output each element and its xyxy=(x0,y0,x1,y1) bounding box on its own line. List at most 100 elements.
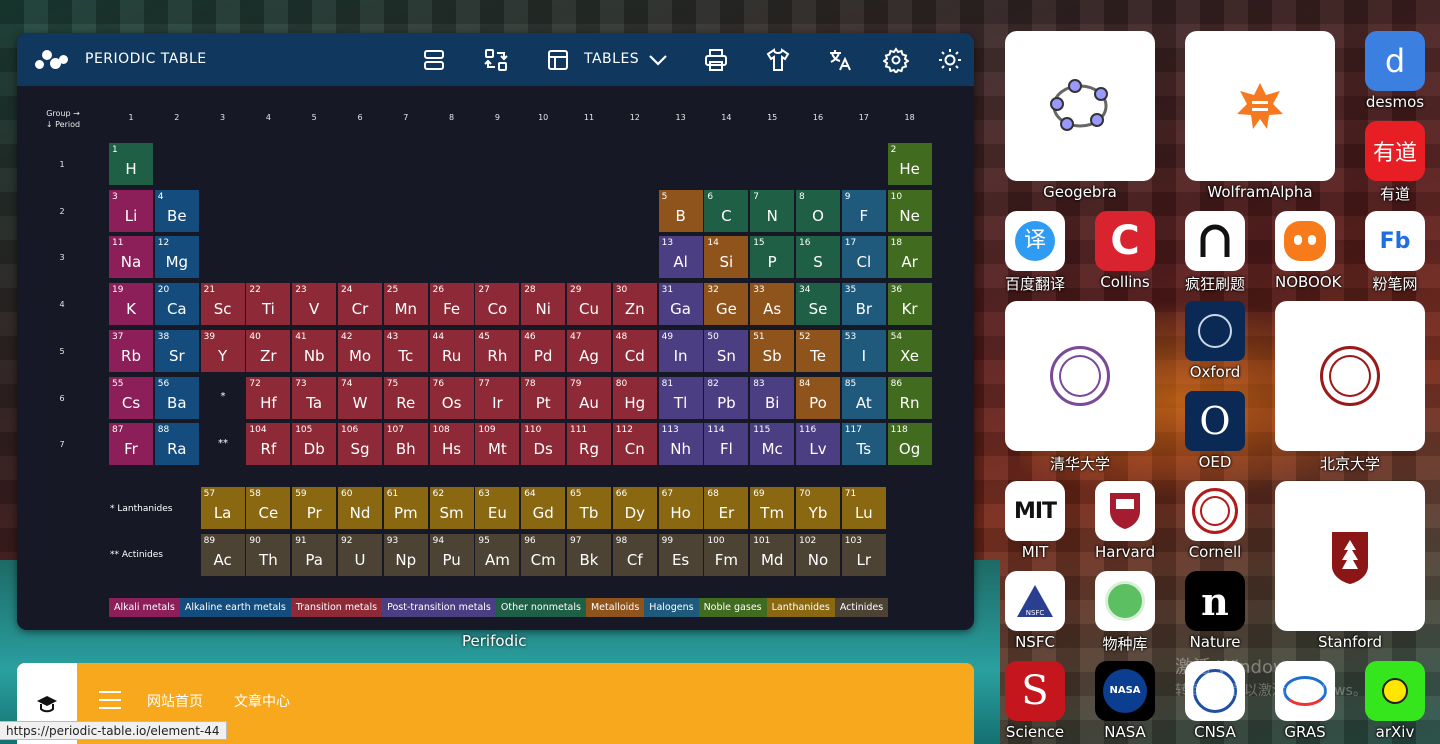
app-baidu-translate[interactable]: 译 百度翻译 xyxy=(1005,211,1065,294)
element-tile[interactable]: 45 Rh xyxy=(475,329,520,372)
element-tile[interactable]: 39 Y xyxy=(200,329,245,372)
element-tile[interactable]: 95 Am xyxy=(475,534,520,576)
element-tile[interactable]: 103 Lr xyxy=(841,534,886,576)
element-tile[interactable]: 6C xyxy=(704,189,749,232)
app-nasa[interactable]: NASA NASA xyxy=(1095,661,1155,741)
app-nsfc[interactable]: NSFC NSFC xyxy=(1005,571,1065,651)
app-stanford[interactable]: Stanford xyxy=(1275,481,1425,651)
translate-icon[interactable] xyxy=(827,47,853,73)
legend-item[interactable]: Transition metals xyxy=(290,598,383,617)
element-tile[interactable]: 23 V xyxy=(292,283,337,326)
element-tile[interactable]: 106 Sg xyxy=(338,423,382,466)
element-tile[interactable]: 71 Lu xyxy=(841,487,886,529)
element-tile[interactable]: 117 Ts xyxy=(841,423,886,466)
element-tile[interactable]: 37 Rb xyxy=(109,329,153,372)
app-arxiv[interactable]: arXiv xyxy=(1365,661,1425,741)
element-tile[interactable]: 46 Pd xyxy=(521,329,566,372)
element-tile[interactable]: 32 Ge xyxy=(704,283,749,326)
element-tile[interactable]: 75 Re xyxy=(383,376,428,419)
legend-item[interactable]: Halogens xyxy=(644,598,699,617)
element-tile[interactable]: 5B xyxy=(658,189,703,232)
print-icon[interactable] xyxy=(703,47,729,73)
element-tile[interactable]: 20 Ca xyxy=(154,283,199,326)
element-tile[interactable]: 66 Dy xyxy=(612,487,657,529)
app-mit[interactable]: MIT MIT xyxy=(1005,481,1065,561)
element-tile[interactable]: 35 Br xyxy=(841,283,886,326)
element-tile[interactable]: 111 Rg xyxy=(567,423,611,466)
element-tile[interactable]: 88 Ra xyxy=(154,423,199,466)
element-tile[interactable]: 84 Po xyxy=(796,376,840,419)
element-tile[interactable]: 19 K xyxy=(109,283,153,326)
element-tile[interactable]: 99 Es xyxy=(658,534,703,576)
element-tile[interactable]: 107 Bh xyxy=(383,423,428,466)
element-tile[interactable]: 17 Cl xyxy=(841,236,886,279)
settings-gear-icon[interactable] xyxy=(883,47,909,73)
app-youdao[interactable]: 有道 有道 xyxy=(1365,121,1425,204)
legend-item[interactable]: Other nonmetals xyxy=(495,598,586,617)
element-tile[interactable]: 74 W xyxy=(338,376,382,419)
element-tile[interactable]: 16 S xyxy=(796,236,840,279)
element-tile[interactable]: 21 Sc xyxy=(200,283,245,326)
element-tile[interactable]: 86 Rn xyxy=(887,376,932,419)
element-tile[interactable]: 91 Pa xyxy=(292,534,337,576)
element-tile[interactable]: 64 Gd xyxy=(521,487,566,529)
element-tile[interactable]: 89 Ac xyxy=(200,534,245,576)
element-tile[interactable]: 78 Pt xyxy=(521,376,566,419)
element-tile[interactable]: 110 Ds xyxy=(521,423,566,466)
element-tile[interactable]: 12 Mg xyxy=(154,236,199,279)
element-tile[interactable]: 73 Ta xyxy=(292,376,337,419)
element-tile[interactable]: 1H xyxy=(109,143,153,185)
element-tile[interactable]: 98 Cf xyxy=(612,534,657,576)
nav-home-link[interactable]: 网站首页 xyxy=(147,691,203,711)
element-tile[interactable]: 42 Mo xyxy=(338,329,382,372)
element-tile[interactable]: 34 Se xyxy=(796,283,840,326)
element-tile[interactable]: 15 P xyxy=(750,236,795,279)
element-tile[interactable]: 96 Cm xyxy=(521,534,566,576)
app-science[interactable]: S Science xyxy=(1005,661,1065,741)
element-tile[interactable]: 108 Hs xyxy=(429,423,474,466)
element-tile[interactable]: 79 Au xyxy=(567,376,611,419)
element-tile[interactable]: 26 Fe xyxy=(429,283,474,326)
tables-icon[interactable] xyxy=(545,47,571,73)
element-tile[interactable]: 29 Cu xyxy=(567,283,611,326)
element-tile[interactable]: 62 Sm xyxy=(429,487,474,529)
nav-articles-link[interactable]: 文章中心 xyxy=(234,691,290,711)
element-tile[interactable]: 38 Sr xyxy=(154,329,199,372)
app-desmos[interactable]: d desmos xyxy=(1365,31,1425,111)
element-tile[interactable]: 104 Rf xyxy=(246,423,291,466)
app-tsinghua[interactable]: 清华大学 xyxy=(1005,301,1155,474)
element-tile[interactable]: 67 Ho xyxy=(658,487,703,529)
legend-item[interactable]: Lanthanides xyxy=(766,598,835,617)
app-oed[interactable]: O OED xyxy=(1185,391,1245,471)
element-tile[interactable]: 31 Ga xyxy=(658,283,703,326)
element-tile[interactable]: 94 Pu xyxy=(429,534,474,576)
tables-dropdown[interactable]: TABLES xyxy=(584,51,639,67)
element-tile[interactable]: 113 Nh xyxy=(658,423,703,466)
legend-item[interactable]: Metalloids xyxy=(585,598,645,617)
layout-icon[interactable] xyxy=(421,47,447,73)
element-tile[interactable]: 69 Tm xyxy=(750,487,795,529)
element-tile[interactable]: 7N xyxy=(750,189,795,232)
element-tile[interactable]: 83 Bi xyxy=(750,376,795,419)
element-tile[interactable]: 81 Tl xyxy=(658,376,703,419)
element-tile[interactable]: 41 Nb xyxy=(292,329,337,372)
app-cornell[interactable]: Cornell xyxy=(1185,481,1245,561)
element-tile[interactable]: 68 Er xyxy=(704,487,749,529)
element-tile[interactable]: 48 Cd xyxy=(612,329,657,372)
element-tile[interactable]: 93 Np xyxy=(383,534,428,576)
element-tile[interactable]: 115 Mc xyxy=(750,423,795,466)
element-tile[interactable]: 44 Ru xyxy=(429,329,474,372)
element-tile[interactable]: 59 Pr xyxy=(292,487,337,529)
element-tile[interactable]: 60 Nd xyxy=(338,487,382,529)
brand-title[interactable]: PERIODIC TABLE xyxy=(85,51,207,67)
element-tile[interactable]: 101 Md xyxy=(750,534,795,576)
element-tile[interactable]: 100 Fm xyxy=(704,534,749,576)
app-fenbi[interactable]: Fb 粉笔网 xyxy=(1365,211,1425,294)
element-tile[interactable]: 87 Fr xyxy=(109,423,153,466)
element-tile[interactable]: 76 Os xyxy=(429,376,474,419)
element-tile[interactable]: 30 Zn xyxy=(612,283,657,326)
element-tile[interactable]: 55 Cs xyxy=(109,376,153,419)
element-tile[interactable]: 57 La xyxy=(200,487,245,529)
element-tile[interactable]: 4 Be xyxy=(154,189,199,232)
element-tile[interactable]: 65 Tb xyxy=(567,487,611,529)
